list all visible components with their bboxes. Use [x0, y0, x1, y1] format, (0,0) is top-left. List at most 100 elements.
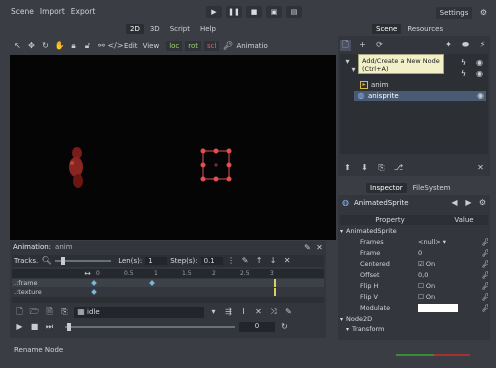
animation-select[interactable]: ▦ idle: [74, 306, 204, 318]
object-menu-icon[interactable]: ⚙: [477, 198, 488, 209]
remove-track-icon[interactable]: ✕: [282, 256, 293, 267]
delete-node-icon[interactable]: ✕: [475, 163, 486, 174]
tree-node-anisprite[interactable]: ◍ anisprite ◉: [354, 91, 486, 101]
zoom-icon[interactable]: 🔍︎: [41, 256, 52, 267]
reparent-icon[interactable]: ⎇: [393, 163, 404, 174]
key-icon[interactable]: 🔑︎: [482, 293, 488, 301]
script-icon[interactable]: ✦: [443, 40, 454, 51]
connect-icon[interactable]: ⬬: [460, 40, 471, 51]
section-node2d[interactable]: ▾ Node2D: [340, 314, 488, 324]
tab-scene[interactable]: Scene: [372, 24, 402, 34]
play-icon[interactable]: ▶: [206, 6, 222, 18]
duplicate-animation-icon[interactable]: ⎘: [59, 307, 70, 318]
instance-icon[interactable]: ⟳: [374, 40, 385, 51]
signal-icon[interactable]: ⚡: [477, 40, 488, 51]
add-node-icon[interactable]: 🗋︎: [340, 39, 351, 51]
text-edit-icon[interactable]: I: [238, 307, 249, 318]
move-up-icon[interactable]: ⬆: [342, 163, 353, 174]
len-input[interactable]: 1: [145, 257, 168, 265]
checkbox-icon[interactable]: ☐: [418, 293, 424, 301]
dropdown-arrow-icon[interactable]: ▾: [208, 307, 219, 318]
prop-frames[interactable]: Frames <null> ▾ 🔑︎: [340, 236, 488, 247]
checkbox-checked-icon[interactable]: ☑: [418, 260, 424, 268]
unlock-icon[interactable]: 🔓︎: [82, 41, 93, 52]
key-icon[interactable]: 🔑︎: [482, 271, 488, 279]
keyframe-marker[interactable]: [149, 280, 155, 286]
key-icon[interactable]: 🔑︎: [482, 304, 488, 312]
code-icon[interactable]: </>: [107, 41, 123, 52]
tab-script[interactable]: Script: [166, 24, 194, 34]
play-animation-icon[interactable]: ▶: [14, 322, 25, 333]
edit-menu[interactable]: Edit: [124, 42, 138, 50]
menu-scene[interactable]: Scene: [8, 7, 37, 16]
bone-icon[interactable]: ⚯: [96, 41, 107, 52]
load-animation-icon[interactable]: 🗁︎: [29, 307, 40, 318]
select-tool-icon[interactable]: ↖: [12, 41, 23, 52]
key-icon[interactable]: 🔑︎: [482, 249, 488, 257]
duplicate-icon[interactable]: ⎘: [376, 163, 387, 174]
key-icon[interactable]: 🔑︎: [482, 260, 488, 268]
menu-export[interactable]: Export: [68, 7, 99, 16]
save-animation-icon[interactable]: 🗎︎: [44, 307, 55, 318]
zoom-slider[interactable]: [55, 257, 112, 265]
tab-3d[interactable]: 3D: [146, 24, 164, 34]
prop-centered[interactable]: Centered ☑ On 🔑︎: [340, 258, 488, 269]
stop-icon[interactable]: ■: [246, 6, 262, 18]
visibility-eye-icon[interactable]: ◉: [474, 57, 485, 68]
tab-resources[interactable]: Resources: [403, 24, 447, 34]
move-down-icon[interactable]: ⬇: [359, 163, 370, 174]
shuffle-icon[interactable]: ⤨: [268, 307, 279, 318]
prop-modulate[interactable]: Modulate 🔑︎: [340, 302, 488, 313]
tree-node-anim[interactable]: ▸ anim: [360, 80, 389, 90]
rotate-tool-icon[interactable]: ↻: [40, 41, 51, 52]
view-menu[interactable]: View: [143, 42, 160, 50]
key-icon[interactable]: 🔑︎: [482, 282, 488, 290]
rot-key-button[interactable]: rot: [185, 41, 202, 51]
snap-icon[interactable]: ⋮: [226, 256, 237, 267]
menu-import[interactable]: Import: [37, 7, 68, 16]
plus-icon[interactable]: +: [357, 40, 368, 51]
prop-frame[interactable]: Frame 0 🔑︎: [340, 247, 488, 258]
prop-offset[interactable]: Offset 0,0 🔑︎: [340, 269, 488, 280]
pause-icon[interactable]: ❚❚: [226, 6, 242, 18]
stop-animation-icon[interactable]: ■: [29, 322, 40, 333]
lightning-icon[interactable]: ϟ: [458, 57, 469, 68]
settings-gear-icon[interactable]: ⚙: [478, 7, 489, 18]
history-forward-icon[interactable]: ▶: [463, 198, 474, 209]
history-back-icon[interactable]: ◀: [449, 198, 460, 209]
remove-animation-icon[interactable]: ✕: [253, 307, 264, 318]
tab-help[interactable]: Help: [196, 24, 220, 34]
loc-key-button[interactable]: loc: [166, 41, 183, 51]
timeline-ruler[interactable]: ↔ 0 0.5 1 1.5 2 2.5 3: [12, 269, 324, 278]
section-animatedsprite[interactable]: ▾ AnimatedSprite: [340, 226, 488, 236]
expand-icon[interactable]: ↔: [82, 268, 93, 279]
key-icon[interactable]: 🔑︎: [482, 238, 488, 246]
canvas-viewport[interactable]: [10, 55, 336, 240]
step-input[interactable]: 0.1: [200, 257, 223, 265]
prop-flip-v[interactable]: Flip V ☐ On 🔑︎: [340, 291, 488, 302]
animation-menu[interactable]: Animatio: [236, 42, 267, 50]
position-slider[interactable]: [65, 323, 235, 331]
new-animation-icon[interactable]: 🗋︎: [14, 307, 25, 318]
autoplay-icon[interactable]: ↻: [279, 322, 290, 333]
keyframe-marker[interactable]: [91, 289, 97, 295]
tab-filesystem[interactable]: FileSystem: [409, 183, 455, 193]
selection-handles[interactable]: [200, 148, 232, 182]
prop-flip-h[interactable]: Flip H ☐ On 🔑︎: [340, 280, 488, 291]
move-up-icon[interactable]: ↑: [254, 256, 265, 267]
play-scene-icon[interactable]: ▣: [266, 6, 282, 18]
position-input[interactable]: 0: [239, 322, 275, 332]
dropdown-arrow-icon[interactable]: ▾: [443, 238, 446, 246]
play-custom-icon[interactable]: ▤: [286, 6, 302, 18]
track-row[interactable]: .:frame: [12, 279, 324, 287]
play-from-start-icon[interactable]: ⏭: [44, 322, 55, 333]
track-row[interactable]: .:texture: [12, 288, 324, 296]
pan-tool-icon[interactable]: ✋: [54, 41, 65, 52]
close-panel-icon[interactable]: ✕: [314, 242, 325, 253]
timeline-empty-area[interactable]: [12, 297, 324, 303]
edit-icon[interactable]: ✎: [283, 307, 294, 318]
pencil-icon[interactable]: ✎: [240, 256, 251, 267]
visibility-eye-icon[interactable]: ◉: [474, 68, 485, 79]
pin-icon[interactable]: ✎: [302, 242, 313, 253]
color-swatch[interactable]: [418, 303, 458, 312]
